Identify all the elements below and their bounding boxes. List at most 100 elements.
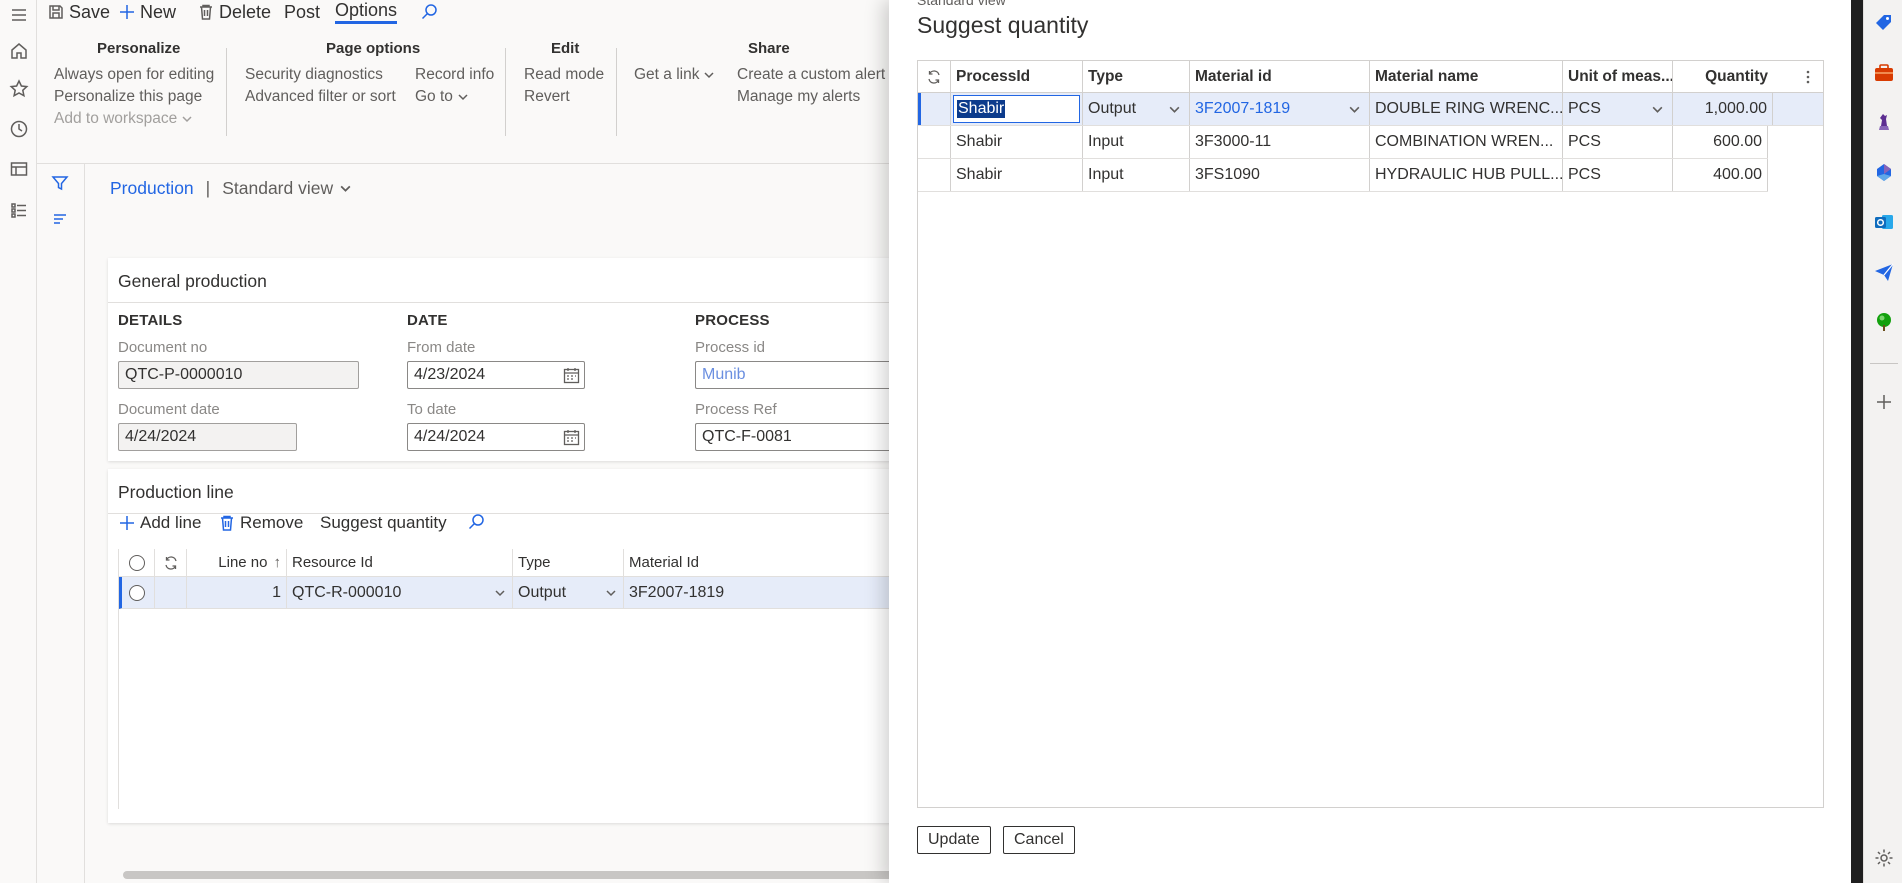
remove-button[interactable]: Remove: [218, 513, 303, 533]
add-to-workspace-button[interactable]: Add to workspace: [54, 110, 193, 128]
list-icon[interactable]: [51, 210, 69, 228]
to-date-field[interactable]: 4/24/2024: [407, 423, 585, 451]
process-id-cell[interactable]: Shabir: [951, 126, 1083, 158]
copilot-icon[interactable]: [1873, 161, 1895, 183]
settings-icon[interactable]: [1873, 847, 1895, 869]
update-button[interactable]: Update: [917, 826, 991, 854]
get-link-button[interactable]: Get a link: [634, 66, 715, 84]
star-icon[interactable]: [0, 74, 37, 104]
column-header-line-no[interactable]: Line no ↑: [187, 549, 287, 576]
add-icon[interactable]: [1873, 391, 1895, 413]
new-button[interactable]: New: [118, 0, 176, 24]
home-icon[interactable]: [0, 36, 37, 66]
outlook-icon[interactable]: [1873, 211, 1895, 233]
column-header-type[interactable]: Type: [1083, 61, 1190, 92]
post-tab[interactable]: Post: [284, 0, 320, 24]
clock-icon[interactable]: [0, 114, 37, 144]
suggest-quantity-button[interactable]: Suggest quantity: [320, 513, 447, 533]
briefcase-icon[interactable]: [1873, 62, 1895, 84]
save-button[interactable]: Save: [47, 0, 110, 24]
process-id-cell[interactable]: Shabir: [951, 93, 1083, 125]
column-header-resource[interactable]: Resource Id: [287, 549, 513, 576]
column-header-unit[interactable]: Unit of meas...: [1563, 61, 1673, 92]
cancel-button[interactable]: Cancel: [1003, 826, 1075, 854]
material-name-cell[interactable]: HYDRAULIC HUB PULL...: [1370, 159, 1563, 191]
column-header-quantity[interactable]: Quantity: [1673, 61, 1773, 92]
delete-button[interactable]: Delete: [197, 0, 271, 24]
chevron-down-icon[interactable]: [1348, 103, 1361, 116]
chevron-down-icon[interactable]: [1651, 103, 1664, 116]
view-selector[interactable]: Standard view: [222, 178, 352, 199]
type-cell[interactable]: Input: [1083, 126, 1190, 158]
chess-icon[interactable]: [1873, 111, 1895, 133]
column-header-type[interactable]: Type: [513, 549, 624, 576]
modules-icon[interactable]: [0, 195, 37, 225]
unit-cell[interactable]: PCS: [1563, 159, 1673, 191]
security-diagnostics-button[interactable]: Security diagnostics: [245, 66, 383, 84]
material-id-cell[interactable]: 3FS1090: [1190, 159, 1370, 191]
go-to-button[interactable]: Go to: [415, 88, 469, 106]
tree-icon[interactable]: [1873, 311, 1895, 333]
unit-cell[interactable]: PCS: [1563, 126, 1673, 158]
create-custom-alert-button[interactable]: Create a custom alert: [737, 66, 885, 84]
document-date-field[interactable]: 4/24/2024: [118, 423, 297, 451]
grid-search-icon[interactable]: [467, 513, 485, 531]
refresh-icon[interactable]: [918, 61, 951, 92]
table-row[interactable]: Shabir Input 3F3000-11 COMBINATION WREN.…: [918, 126, 1768, 159]
process-id-cell[interactable]: Shabir: [951, 159, 1083, 191]
horizontal-scrollbar[interactable]: [123, 871, 899, 879]
resource-id-cell[interactable]: QTC-R-000010: [287, 577, 513, 608]
column-header-material-name[interactable]: Material name: [1370, 61, 1563, 92]
search-icon[interactable]: [420, 0, 438, 24]
tag-icon[interactable]: [1873, 12, 1895, 34]
from-date-field[interactable]: 4/23/2024: [407, 361, 585, 389]
revert-button[interactable]: Revert: [524, 88, 570, 106]
unit-cell[interactable]: PCS: [1563, 93, 1673, 125]
chevron-down-icon[interactable]: [494, 587, 506, 599]
workspace-icon[interactable]: [0, 154, 37, 184]
quantity-cell[interactable]: 600.00: [1673, 126, 1768, 158]
read-mode-button[interactable]: Read mode: [524, 66, 604, 84]
always-open-editing-button[interactable]: Always open for editing: [54, 66, 214, 84]
personalize-page-button[interactable]: Personalize this page: [54, 88, 202, 106]
table-row[interactable]: Shabir Input 3FS1090 HYDRAULIC HUB PULL.…: [918, 159, 1768, 192]
line-no-cell[interactable]: 1: [187, 577, 287, 608]
add-line-button[interactable]: Add line: [118, 513, 201, 533]
general-production-title[interactable]: General production: [118, 271, 267, 292]
column-header-material-id[interactable]: Material id: [1190, 61, 1370, 92]
calendar-icon[interactable]: [563, 367, 580, 384]
process-id-field[interactable]: Munib: [695, 361, 898, 389]
record-info-button[interactable]: Record info: [415, 66, 494, 84]
send-icon[interactable]: [1873, 261, 1895, 283]
manage-alerts-button[interactable]: Manage my alerts: [737, 88, 860, 106]
advanced-filter-button[interactable]: Advanced filter or sort: [245, 88, 396, 106]
type-cell[interactable]: Output: [513, 577, 624, 608]
material-id-cell[interactable]: 3F2007-1819: [624, 577, 899, 608]
column-header-material[interactable]: Material Id: [624, 549, 899, 576]
chevron-down-icon[interactable]: [605, 587, 617, 599]
select-all-checkbox[interactable]: [119, 549, 155, 576]
row-select-radio[interactable]: [119, 577, 155, 608]
filter-icon[interactable]: [51, 174, 69, 192]
type-cell[interactable]: Output: [1083, 93, 1190, 125]
table-row[interactable]: 1 QTC-R-000010 Output 3F2007-1819: [119, 577, 899, 609]
type-cell[interactable]: Input: [1083, 159, 1190, 191]
calendar-icon[interactable]: [563, 429, 580, 446]
material-name-cell[interactable]: DOUBLE RING WRENC...: [1370, 93, 1563, 125]
material-id-cell[interactable]: 3F2007-1819: [1190, 93, 1370, 125]
table-row[interactable]: Shabir Output 3F2007-1819 DOUBLE RING WR…: [918, 93, 1823, 126]
column-header-process-id[interactable]: ProcessId: [951, 61, 1083, 92]
hamburger-icon[interactable]: [0, 0, 37, 30]
document-no-field[interactable]: QTC-P-0000010: [118, 361, 359, 389]
refresh-icon[interactable]: [155, 549, 187, 576]
production-line-title[interactable]: Production line: [118, 482, 234, 503]
quantity-cell[interactable]: 400.00: [1673, 159, 1768, 191]
quantity-cell[interactable]: 1,000.00: [1673, 93, 1773, 125]
options-tab[interactable]: Options: [335, 0, 398, 24]
chevron-down-icon[interactable]: [1168, 103, 1181, 116]
breadcrumb-page-link[interactable]: Production: [110, 178, 194, 199]
process-ref-field[interactable]: QTC-F-0081: [695, 423, 898, 451]
material-id-cell[interactable]: 3F3000-11: [1190, 126, 1370, 158]
process-id-input[interactable]: Shabir: [953, 95, 1080, 123]
more-options-icon[interactable]: [1801, 69, 1815, 85]
